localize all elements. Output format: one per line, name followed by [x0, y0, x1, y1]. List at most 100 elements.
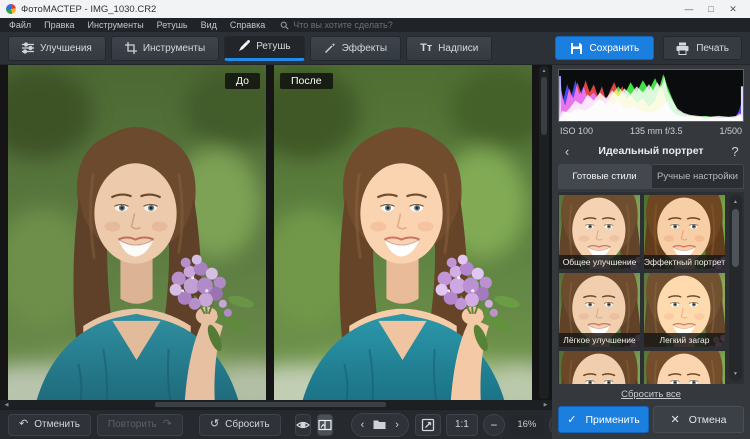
- panel-tabs: Готовые стили Ручные настройки: [558, 164, 744, 189]
- preset-scrollbar[interactable]: ▲ ▼: [729, 195, 742, 381]
- prev-photo-button[interactable]: ‹: [361, 419, 365, 431]
- crop-icon: [125, 42, 137, 54]
- exif-iso: ISO 100: [560, 126, 593, 136]
- canvas-vertical-scrollbar[interactable]: ▲: [539, 66, 549, 399]
- tab-ready-styles[interactable]: Готовые стили: [558, 164, 651, 189]
- preset-label: Эффектный портрет: [644, 255, 725, 269]
- title-bar: ФотоМАСТЕР - IMG_1030.CR2 — □ ✕: [0, 0, 750, 18]
- tab-captions[interactable]: Tт Надписи: [406, 36, 492, 61]
- scroll-up-icon[interactable]: ▲: [733, 197, 738, 207]
- window-controls: — □ ✕: [678, 4, 744, 15]
- canvas-horizontal-scrollbar[interactable]: ◀ ▶: [0, 400, 552, 409]
- maximize-button[interactable]: □: [700, 4, 722, 15]
- photo-after[interactable]: После: [274, 65, 532, 400]
- magic-wand-icon: [324, 42, 336, 54]
- scroll-down-icon[interactable]: ▼: [733, 369, 738, 379]
- histogram: [558, 69, 744, 122]
- reset-icon: ↺: [210, 419, 219, 430]
- tab-label: Инструменты: [143, 43, 205, 54]
- undo-label: Отменить: [34, 419, 80, 430]
- histogram-chart: [559, 70, 743, 121]
- tab-label: Улучшения: [40, 43, 92, 54]
- tab-tools[interactable]: Инструменты: [111, 36, 219, 61]
- menu-item-view[interactable]: Вид: [201, 20, 217, 30]
- before-image: [8, 65, 266, 400]
- tab-retouch[interactable]: Ретушь: [224, 36, 304, 61]
- photo-canvas: До После ▲: [0, 65, 552, 400]
- printer-icon: [676, 42, 689, 55]
- reset-all-link[interactable]: Сбросить все: [558, 384, 744, 406]
- preset-label: Общее улучшение: [559, 255, 640, 269]
- help-button[interactable]: ?: [726, 144, 744, 159]
- actual-size-button[interactable]: 1:1: [446, 414, 478, 436]
- apply-button[interactable]: ✓ Применить: [558, 406, 649, 433]
- tab-manual-settings[interactable]: Ручные настройки: [651, 164, 744, 189]
- zoom-out-button[interactable]: −: [483, 414, 505, 436]
- horizontal-scroll-track[interactable]: [13, 402, 539, 407]
- eye-icon: [296, 418, 310, 432]
- search-box[interactable]: Что вы хотите сделать?: [280, 20, 393, 30]
- tab-label: Эффекты: [342, 43, 387, 54]
- preset-row3-left[interactable]: [559, 351, 640, 384]
- menu-item-retouch[interactable]: Ретушь: [157, 20, 188, 30]
- undo-button[interactable]: ↶ Отменить: [8, 414, 91, 436]
- window-title: ФотоМАСТЕР - IMG_1030.CR2: [21, 4, 156, 15]
- scroll-right-icon[interactable]: ▶: [541, 402, 550, 408]
- scroll-up-icon[interactable]: ▲: [542, 67, 547, 76]
- preset-thumbnail: [559, 351, 640, 384]
- print-button[interactable]: Печать: [663, 36, 742, 60]
- cancel-button[interactable]: ✕ Отмена: [653, 406, 744, 433]
- tab-enhancements[interactable]: Улучшения: [8, 36, 106, 61]
- horizontal-scroll-thumb[interactable]: [155, 402, 386, 407]
- folder-icon[interactable]: [373, 418, 386, 431]
- brush-icon: [238, 40, 250, 52]
- preset-light-enhancement[interactable]: Лёгкое улучшение: [559, 273, 640, 347]
- panel-header: ‹ Идеальный портрет ?: [558, 141, 744, 161]
- preset-list: Общее улучшение Эффектный портрет: [558, 192, 744, 384]
- menu-item-file[interactable]: Файл: [9, 20, 31, 30]
- preset-scroll-thumb[interactable]: [732, 209, 739, 267]
- save-button[interactable]: Сохранить: [555, 36, 655, 60]
- preset-grid: Общее улучшение Эффектный портрет: [559, 195, 725, 384]
- exif-row: ISO 100 135 mm f/3.5 1/500: [558, 122, 744, 141]
- next-photo-button[interactable]: ›: [395, 419, 399, 431]
- preset-effect-portrait[interactable]: Эффектный портрет: [644, 195, 725, 269]
- check-icon: ✓: [567, 413, 576, 426]
- preset-general-enhancement[interactable]: Общее улучшение: [559, 195, 640, 269]
- close-button[interactable]: ✕: [722, 4, 744, 15]
- preset-row3-right[interactable]: [644, 351, 725, 384]
- menu-bar: Файл Правка Инструменты Ретушь Вид Справ…: [0, 18, 750, 32]
- tab-label: Ретушь: [256, 41, 290, 52]
- preset-label: Легкий загар: [644, 333, 725, 347]
- split-compare-icon: [318, 418, 332, 432]
- panel-title: Идеальный портрет: [576, 145, 726, 157]
- sliders-icon: [22, 42, 34, 54]
- menu-item-tools[interactable]: Инструменты: [88, 20, 144, 30]
- zoom-controls: 1:1 − 16% +: [415, 414, 571, 436]
- floppy-icon: [570, 42, 583, 55]
- photo-before[interactable]: До: [8, 65, 266, 400]
- right-panel: ISO 100 135 mm f/3.5 1/500 ‹ Идеальный п…: [552, 65, 750, 439]
- vertical-scroll-thumb[interactable]: [541, 77, 547, 135]
- redo-icon: ↷: [163, 419, 172, 430]
- scroll-left-icon[interactable]: ◀: [2, 402, 11, 408]
- tab-effects[interactable]: Эффекты: [310, 36, 401, 61]
- fit-screen-icon: [421, 418, 435, 432]
- minimize-button[interactable]: —: [678, 4, 700, 15]
- preset-label: Лёгкое улучшение: [559, 333, 640, 347]
- reset-label: Сбросить: [225, 419, 269, 430]
- compare-view-button[interactable]: [317, 414, 333, 436]
- cancel-label: Отмена: [689, 414, 727, 426]
- apply-label: Применить: [585, 414, 639, 426]
- menu-item-edit[interactable]: Правка: [44, 20, 74, 30]
- print-label: Печать: [696, 43, 729, 54]
- preset-light-tan[interactable]: Легкий загар: [644, 273, 725, 347]
- back-chevron-button[interactable]: ‹: [558, 144, 576, 159]
- text-icon: Tт: [420, 42, 432, 54]
- reset-button[interactable]: ↺ Сбросить: [199, 414, 281, 436]
- fit-screen-button[interactable]: [415, 414, 441, 436]
- redo-button[interactable]: Повторить ↷: [97, 414, 183, 436]
- menu-item-help[interactable]: Справка: [230, 20, 265, 30]
- tab-label: Надписи: [438, 43, 478, 54]
- show-original-button[interactable]: [295, 414, 311, 436]
